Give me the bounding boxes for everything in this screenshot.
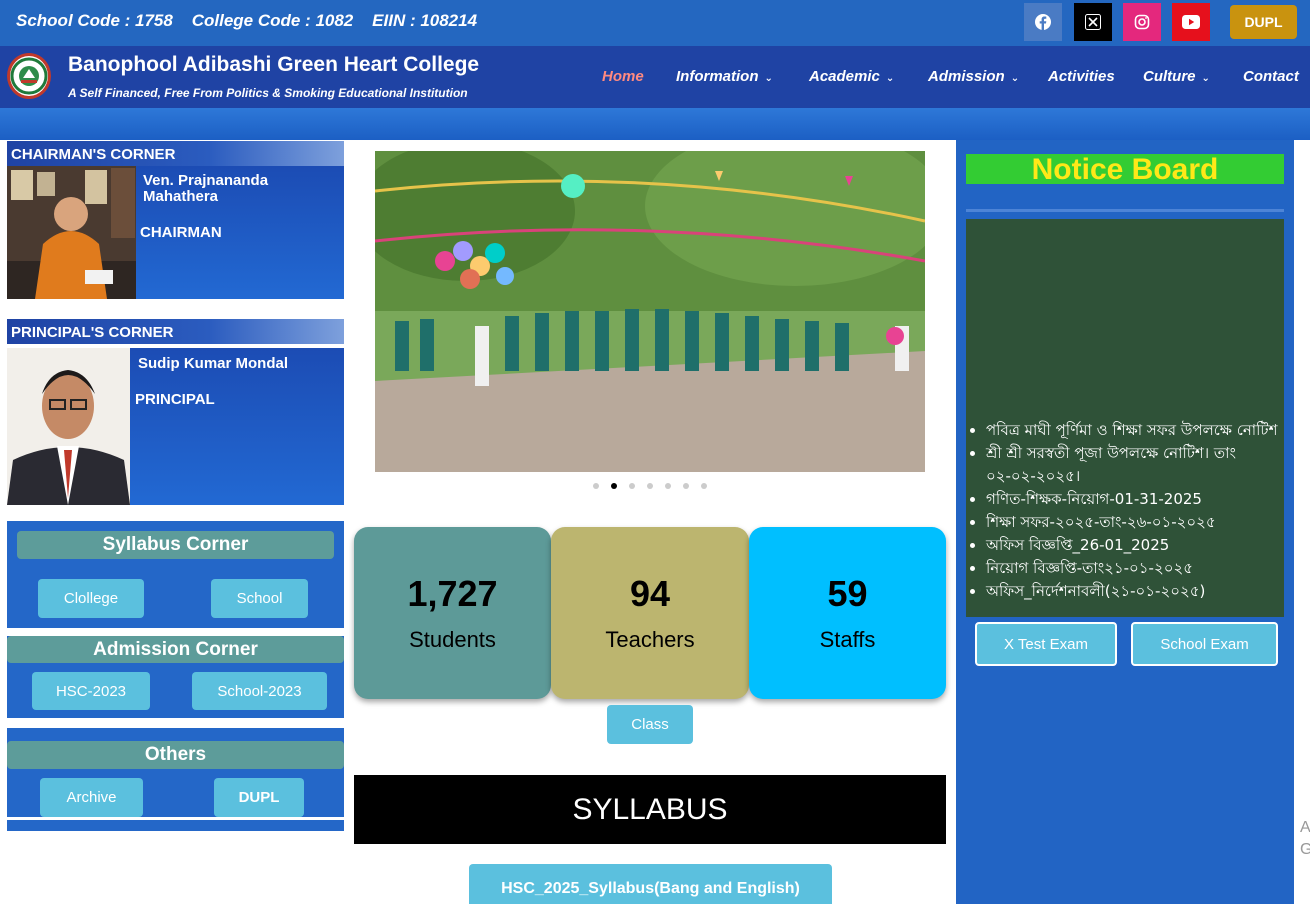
principal-role: PRINCIPAL [135, 391, 215, 408]
chairman-role: CHAIRMAN [140, 224, 222, 241]
notice-board-title: Notice Board [966, 154, 1284, 185]
stat-card-staffs: 59 Staffs [749, 527, 946, 699]
chairman-name: Ven. Prajnananda Mahathera [143, 172, 269, 205]
slider-dot[interactable] [593, 483, 599, 489]
notice-item[interactable]: অফিস বিজ্ঞপ্তি_26-01_2025 [986, 534, 1284, 557]
teachers-count: 94 [629, 573, 671, 614]
archive-button[interactable]: Archive [40, 778, 143, 817]
nav-academic[interactable]: Academic ⌄ [809, 68, 894, 85]
slider-dot[interactable] [665, 483, 671, 489]
chairman-photo [7, 166, 136, 299]
syllabus-banner: SYLLABUS [354, 775, 946, 844]
hsc-2025-syllabus-button[interactable]: HSC_2025_Syllabus(Bang and English) [469, 864, 832, 904]
stat-card-teachers: 94 Teachers [551, 527, 749, 699]
slider-dot[interactable] [701, 483, 707, 489]
edge-text-line: G [1300, 841, 1310, 858]
nav-information-label: Information [676, 68, 759, 85]
nav-activities-label: Activities [1048, 68, 1115, 85]
x-twitter-icon[interactable] [1074, 3, 1112, 41]
school-syllabus-button[interactable]: School [211, 579, 308, 618]
students-label: Students [409, 627, 496, 652]
notice-item[interactable]: পবিত্র মাঘী পূর্ণিমা ও শিক্ষা সফর উপলক্ষ… [986, 419, 1284, 442]
syllabus-corner-title: Syllabus Corner [17, 531, 334, 559]
notice-scroller[interactable]: পবিত্র মাঘী পূর্ণিমা ও শিক্ষা সফর উপলক্ষ… [966, 219, 1284, 617]
college-tagline: A Self Financed, Free From Politics & Sm… [68, 86, 468, 100]
slider-dot[interactable] [611, 483, 617, 489]
notice-item[interactable]: শ্রী শ্রী সরস্বতী পূজা উপলক্ষে নোটিশ। তা… [986, 442, 1284, 488]
edge-text-line: A [1300, 819, 1310, 836]
notice-divider [966, 209, 1284, 212]
x-test-exam-button[interactable]: X Test Exam [975, 622, 1117, 666]
school-2023-admission-button[interactable]: School-2023 [192, 672, 327, 710]
nav-culture[interactable]: Culture ⌄ [1143, 68, 1210, 85]
hsc-2023-admission-button[interactable]: HSC-2023 [32, 672, 150, 710]
college-name: Banophool Adibashi Green Heart College [68, 53, 480, 76]
nav-information[interactable]: Information ⌄ [676, 68, 773, 85]
slider-dot[interactable] [683, 483, 689, 489]
college-logo[interactable] [7, 53, 51, 99]
dupl-link-button[interactable]: DUPL [214, 778, 304, 817]
principal-photo [7, 348, 130, 505]
principal-name: Sudip Kumar Mondal [138, 355, 288, 372]
staffs-count: 59 [827, 573, 868, 614]
nav-home[interactable]: Home [602, 68, 644, 85]
slider-dot[interactable] [647, 483, 653, 489]
nav-activities[interactable]: Activities [1048, 68, 1115, 85]
class-button[interactable]: Class [607, 705, 693, 744]
photo-slider[interactable] [375, 151, 925, 472]
nav-contact-label: Contact [1243, 68, 1299, 85]
nav-admission[interactable]: Admission ⌄ [928, 68, 1019, 85]
nav-admission-label: Admission [928, 68, 1005, 85]
school-exam-button[interactable]: School Exam [1131, 622, 1278, 666]
slider-image [375, 151, 925, 472]
header-band [0, 108, 1310, 140]
youtube-icon[interactable] [1172, 3, 1210, 41]
notice-item[interactable]: অফিস_নির্দেশনাবলী(২১-০১-২০২৫) [986, 580, 1284, 603]
college-syllabus-button[interactable]: Clollege [38, 579, 144, 618]
principal-corner-heading: PRINCIPAL'S CORNER [7, 319, 344, 344]
notice-item[interactable]: নিয়োগ বিজ্ঞপ্তি-তাং২১-০১-২০২৫ [986, 557, 1284, 580]
facebook-icon[interactable] [1024, 3, 1062, 41]
stat-card-students: 1,727 Students [354, 527, 551, 699]
nav-home-label: Home [602, 68, 644, 85]
nav-academic-label: Academic [809, 68, 880, 85]
instagram-icon[interactable] [1123, 3, 1161, 41]
chevron-down-icon: ⌄ [764, 73, 773, 84]
others-title: Others [7, 741, 344, 769]
teachers-label: Teachers [605, 627, 695, 652]
staffs-label: Staffs [819, 627, 876, 652]
chevron-down-icon: ⌄ [1201, 73, 1210, 84]
institution-codes: School Code : 1758 College Code : 1082 E… [16, 11, 478, 30]
notice-list: পবিত্র মাঘী পূর্ণিমা ও শিক্ষা সফর উপলক্ষ… [966, 419, 1284, 603]
admission-corner-title: Admission Corner [7, 636, 344, 663]
others-divider [7, 817, 344, 820]
notice-item[interactable]: শিক্ষা সফর-২০২৫-তাং-২৬-০১-২০২৫ [986, 511, 1284, 534]
chevron-down-icon: ⌄ [885, 73, 895, 84]
students-count: 1,727 [407, 573, 498, 614]
chairman-corner-heading: CHAIRMAN'S CORNER [7, 141, 344, 166]
dupl-button[interactable]: DUPL [1230, 5, 1297, 39]
chevron-down-icon: ⌄ [1010, 73, 1020, 84]
nav-contact[interactable]: Contact [1243, 68, 1299, 85]
nav-culture-label: Culture [1143, 68, 1196, 85]
notice-item[interactable]: গণিত-শিক্ষক-নিয়োগ-01-31-2025 [986, 488, 1284, 511]
page-edge-text: A G [1300, 817, 1310, 861]
slider-dot[interactable] [629, 483, 635, 489]
